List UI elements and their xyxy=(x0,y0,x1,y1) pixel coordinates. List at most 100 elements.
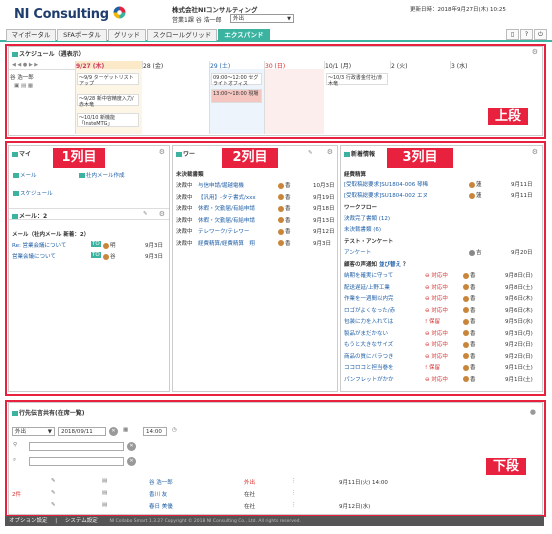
list-icon[interactable]: ▤ xyxy=(102,490,107,496)
wf-item[interactable]: 【汎用】-タテ書式/xxx xyxy=(198,193,256,201)
status-filter[interactable]: 外出 ▼ xyxy=(12,427,55,436)
gear-icon[interactable]: ⚙ xyxy=(159,148,165,156)
wf-item[interactable]: 経費精算/経費精算 翔 xyxy=(198,239,255,247)
expense-item[interactable]: [受取稿総要求]SU1804-006 琴稀 xyxy=(344,180,428,188)
view-icons[interactable]: ▣ ▤ ▦ xyxy=(14,83,33,89)
voice-item[interactable]: 作業を一週間以内完 xyxy=(344,294,394,302)
wf-status: 決裁中 xyxy=(176,217,193,224)
clear-icon[interactable]: ✕ xyxy=(127,442,136,451)
status-icon: ! xyxy=(425,319,428,325)
calendar-icon[interactable]: ▦ xyxy=(123,427,128,433)
expense-heading: 経費精算 xyxy=(344,172,367,178)
date-input[interactable]: 2018/09/11 xyxy=(58,427,106,436)
voice-item[interactable]: 包装に力を入れては xyxy=(344,317,393,325)
clock-icon[interactable]: ◷ xyxy=(172,427,177,433)
power-icon[interactable]: ⏻ xyxy=(534,29,547,40)
clear-icon[interactable]: ✕ xyxy=(127,457,136,466)
list-icon[interactable]: ▤ xyxy=(102,502,107,508)
schedule-link[interactable]: スケジュール xyxy=(13,189,53,197)
voice-item[interactable]: 納期を確実に守って xyxy=(344,271,393,279)
wf-item[interactable]: 与信申請/堀越電機 xyxy=(198,181,244,189)
system-settings-link[interactable]: システム設定 xyxy=(65,518,98,524)
sort-link[interactable]: 並び替え xyxy=(379,262,401,268)
tab-scroll-grid[interactable]: スクロールグリッド xyxy=(147,29,217,41)
tab-sfa-portal[interactable]: SFAポータル xyxy=(57,29,107,41)
event[interactable]: ～9/9 ターゲットリストアップ xyxy=(77,73,139,87)
voice-item[interactable]: 商品の質にバラつき xyxy=(344,352,394,360)
person-name[interactable]: 香川 友 xyxy=(149,490,167,498)
presence-status: 外出 xyxy=(244,480,256,486)
list-icon[interactable]: ▤ xyxy=(102,478,107,484)
mail-from: 明 xyxy=(103,241,116,249)
clear-icon[interactable]: ✕ xyxy=(109,427,118,436)
tab-myportal[interactable]: マイポータル xyxy=(6,29,56,41)
event[interactable]: 13:00～18:00 現場 xyxy=(211,89,262,103)
wf-link[interactable]: 未決裁書類 (6) xyxy=(344,225,381,233)
voice-item[interactable]: ココロコと担当巻を xyxy=(344,363,394,371)
gear-icon[interactable]: ⚙ xyxy=(327,148,333,156)
mail-link[interactable]: メール xyxy=(13,171,37,179)
event[interactable]: ～9/28 新中容精度入力/赤木竜 xyxy=(77,94,139,108)
day-header[interactable]: 28 (金) xyxy=(142,61,209,70)
day-header[interactable]: 30 (日) xyxy=(264,61,324,70)
voice-item[interactable]: ロゴがよくなった/赤 xyxy=(344,306,395,314)
person-input[interactable] xyxy=(29,442,124,451)
day-header[interactable]: 2 (火) xyxy=(390,61,450,70)
person-name[interactable]: 春日 美優 xyxy=(149,502,173,510)
more-icon[interactable]: ⋮ xyxy=(291,502,297,508)
day-header[interactable]: 29 (土) xyxy=(209,61,264,70)
voice-item[interactable]: 配送遅延/上野工業 xyxy=(344,283,390,291)
wf-item[interactable]: 休暇・欠勤届/有給申請 xyxy=(198,204,255,212)
my-title: マイ xyxy=(12,149,31,158)
more-icon[interactable]: ⋮ xyxy=(291,490,297,496)
wf-item[interactable]: テレワーク/テレワー xyxy=(198,227,249,235)
edit-icon[interactable]: ✎ xyxy=(143,211,148,217)
event[interactable]: 09:00～12:00 セグライトオフィス xyxy=(211,73,262,87)
tab-expand[interactable]: エクスパンド xyxy=(218,29,270,41)
wf-subtitle: 未決裁書類 xyxy=(176,172,204,178)
voice-item[interactable]: もうと大きなサイズ xyxy=(344,340,393,348)
voice-date: 9月1日(土) xyxy=(505,376,533,383)
company-mail-link[interactable]: 社内メール作成 xyxy=(79,171,125,179)
option-settings-link[interactable]: オプション設定 xyxy=(9,518,48,524)
logo: NI Consulting xyxy=(14,7,109,22)
voice-date: 9月3日(月) xyxy=(505,330,533,337)
nav-arrows[interactable]: ◀ ◀ ● ▶ ▶ xyxy=(12,62,38,68)
day-header[interactable]: 3 (水) xyxy=(450,61,510,70)
day-header[interactable]: 10/1 (月) xyxy=(324,61,390,70)
avatar xyxy=(463,307,469,313)
gear-icon[interactable]: ⚙ xyxy=(532,48,538,56)
edit-icon[interactable]: ✎ xyxy=(51,478,56,484)
search-input[interactable] xyxy=(29,457,124,466)
expense-item[interactable]: [受取稿総要求]SU1804-002 エヌ xyxy=(344,191,428,199)
day-header[interactable]: 9/27 (木) xyxy=(75,61,142,70)
tab-bar: マイポータル SFAポータル グリッド スクロールグリッド エクスパンド ▯ ?… xyxy=(0,28,552,42)
wf-item[interactable]: 休暇・欠勤届/有給申請 xyxy=(198,216,255,224)
test-item[interactable]: アンケート xyxy=(344,248,371,256)
more-icon[interactable]: ⋮ xyxy=(291,478,297,484)
time-input[interactable]: 14:00 xyxy=(143,427,167,436)
event[interactable]: ～10/10 新機能「InsteMTG」 xyxy=(77,113,139,127)
mail-subject[interactable]: 営業会議について xyxy=(12,252,56,260)
help-icon[interactable]: ? xyxy=(520,29,533,40)
event[interactable]: ～10/3 行政書金付社/赤木竜 xyxy=(326,73,388,87)
edit-icon[interactable]: ✎ xyxy=(308,150,313,156)
edit-icon[interactable]: ✎ xyxy=(51,502,56,508)
circle-icon[interactable]: ● xyxy=(530,408,536,416)
day-cell[interactable] xyxy=(264,69,324,134)
location-icon xyxy=(12,411,18,416)
edit-icon[interactable]: ✎ xyxy=(51,490,56,496)
wf-date: 9月19日 xyxy=(313,194,335,201)
wf-link[interactable]: 決裁完了書類 (12) xyxy=(344,214,390,222)
voice-item[interactable]: パンフレットがかか xyxy=(344,375,394,383)
gear-icon[interactable]: ⚙ xyxy=(159,210,165,218)
mail-subject[interactable]: Re: 営業会議について xyxy=(12,241,66,249)
count: 2件 xyxy=(12,492,21,498)
gear-icon[interactable]: ⚙ xyxy=(532,148,538,156)
person-name[interactable]: 谷 浩一郎 xyxy=(149,478,173,486)
tab-grid[interactable]: グリッド xyxy=(108,29,146,41)
avatar xyxy=(278,228,284,235)
book-icon[interactable]: ▯ xyxy=(506,29,519,40)
voice-item[interactable]: 製品がまだかない xyxy=(344,329,388,337)
status-select[interactable]: 外出 ▼ xyxy=(230,14,294,23)
